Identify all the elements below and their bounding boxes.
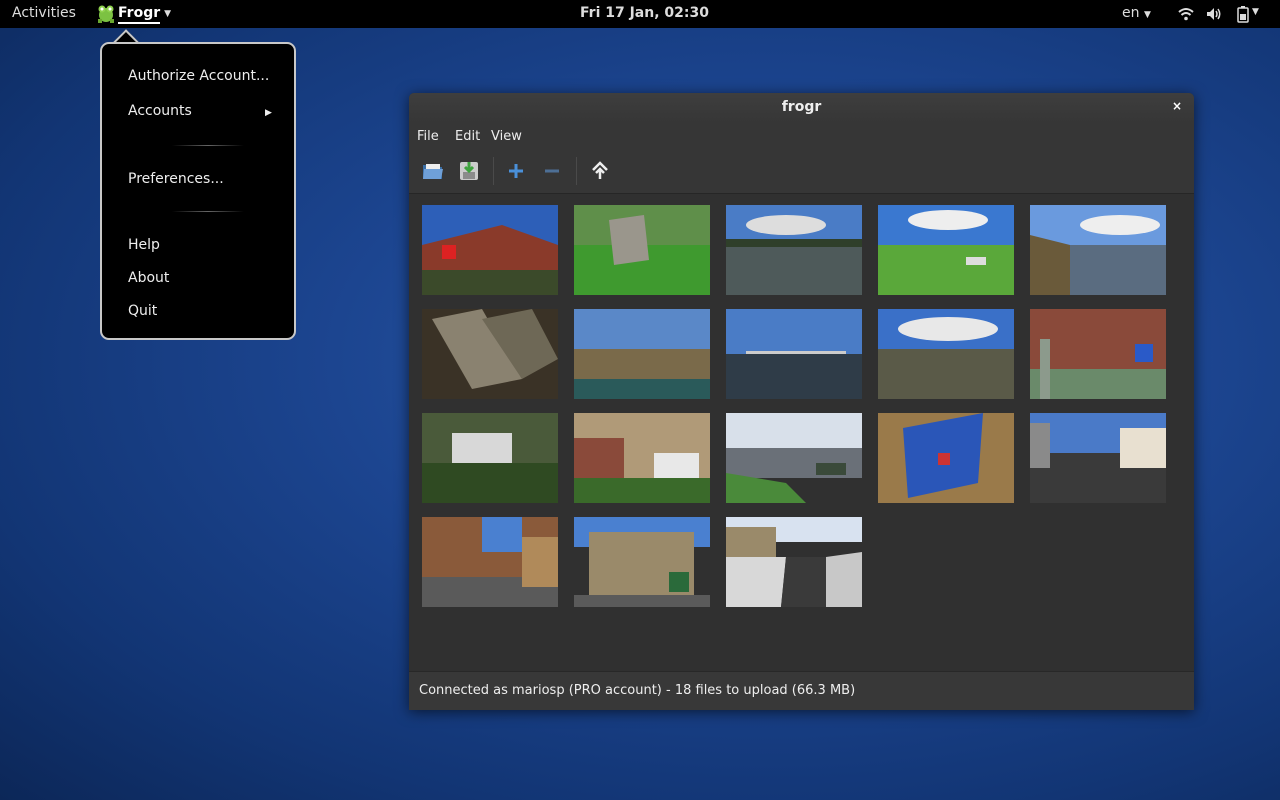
battery-icon[interactable]	[1234, 5, 1252, 23]
menu-separator	[172, 211, 244, 212]
photo-thumbnail[interactable]	[1030, 413, 1166, 503]
app-menu-popup: Authorize Account... Accounts ▶ Preferen…	[100, 42, 296, 340]
menu-item-help[interactable]: Help	[128, 237, 160, 253]
menu-item-authorize-account[interactable]: Authorize Account...	[128, 68, 269, 84]
app-menu-button[interactable]: Frogr ▼	[95, 0, 171, 28]
toolbar-separator	[493, 157, 494, 185]
photo-thumbnail[interactable]	[726, 309, 862, 399]
menu-edit[interactable]: Edit	[455, 129, 480, 144]
window-title: frogr	[781, 99, 822, 115]
photo-thumbnail[interactable]	[422, 517, 558, 607]
menu-item-about[interactable]: About	[128, 270, 169, 286]
photo-thumbnail[interactable]	[422, 309, 558, 399]
remove-icon[interactable]	[540, 159, 564, 183]
photo-thumbnail[interactable]	[726, 413, 862, 503]
photo-thumbnail[interactable]	[878, 205, 1014, 295]
menu-item-accounts[interactable]: Accounts	[128, 103, 192, 119]
photo-grid	[409, 194, 1194, 671]
status-text: Connected as mariosp (PRO account) - 18 …	[419, 683, 856, 698]
add-icon[interactable]	[504, 159, 528, 183]
menu-item-quit[interactable]: Quit	[128, 303, 157, 319]
photo-thumbnail[interactable]	[878, 309, 1014, 399]
photo-thumbnail[interactable]	[574, 517, 710, 607]
chevron-down-icon: ▼	[1143, 10, 1151, 20]
language-indicator[interactable]: en ▼	[1122, 5, 1151, 21]
chevron-down-icon: ▼	[164, 9, 172, 19]
language-label: en	[1122, 5, 1140, 21]
toolbar-separator	[576, 157, 577, 185]
photo-thumbnail[interactable]	[574, 309, 710, 399]
volume-icon[interactable]	[1205, 5, 1223, 23]
photo-thumbnail[interactable]	[422, 205, 558, 295]
submenu-arrow-icon: ▶	[265, 108, 272, 118]
photo-thumbnail[interactable]	[422, 413, 558, 503]
photo-thumbnail[interactable]	[726, 517, 862, 607]
menu-separator	[172, 145, 244, 146]
upload-icon[interactable]	[588, 159, 612, 183]
chevron-down-icon: ▼	[1252, 7, 1259, 17]
save-icon[interactable]	[457, 159, 481, 183]
app-name: Frogr	[118, 5, 161, 24]
menubar: File Edit View	[409, 123, 1194, 149]
wifi-icon[interactable]	[1177, 5, 1195, 23]
photo-thumbnail[interactable]	[574, 413, 710, 503]
frog-app-icon	[98, 5, 114, 23]
clock[interactable]: Fri 17 Jan, 02:30	[580, 5, 709, 21]
statusbar: Connected as mariosp (PRO account) - 18 …	[409, 671, 1194, 710]
activities-button[interactable]: Activities	[12, 5, 76, 21]
window-titlebar[interactable]: frogr ×	[409, 93, 1194, 123]
photo-thumbnail[interactable]	[878, 413, 1014, 503]
close-icon[interactable]: ×	[1172, 99, 1182, 113]
photo-thumbnail[interactable]	[1030, 309, 1166, 399]
menu-file[interactable]: File	[417, 129, 439, 144]
menu-view[interactable]: View	[491, 129, 522, 144]
open-icon[interactable]	[421, 159, 445, 183]
top-panel: Activities Frogr ▼ Fri 17 Jan, 02:30 en …	[0, 0, 1280, 28]
frogr-window: frogr × File Edit View Connected as mari…	[409, 93, 1194, 710]
photo-thumbnail[interactable]	[1030, 205, 1166, 295]
toolbar	[409, 149, 1194, 194]
menu-item-preferences[interactable]: Preferences...	[128, 171, 224, 187]
photo-thumbnail[interactable]	[726, 205, 862, 295]
photo-thumbnail[interactable]	[574, 205, 710, 295]
